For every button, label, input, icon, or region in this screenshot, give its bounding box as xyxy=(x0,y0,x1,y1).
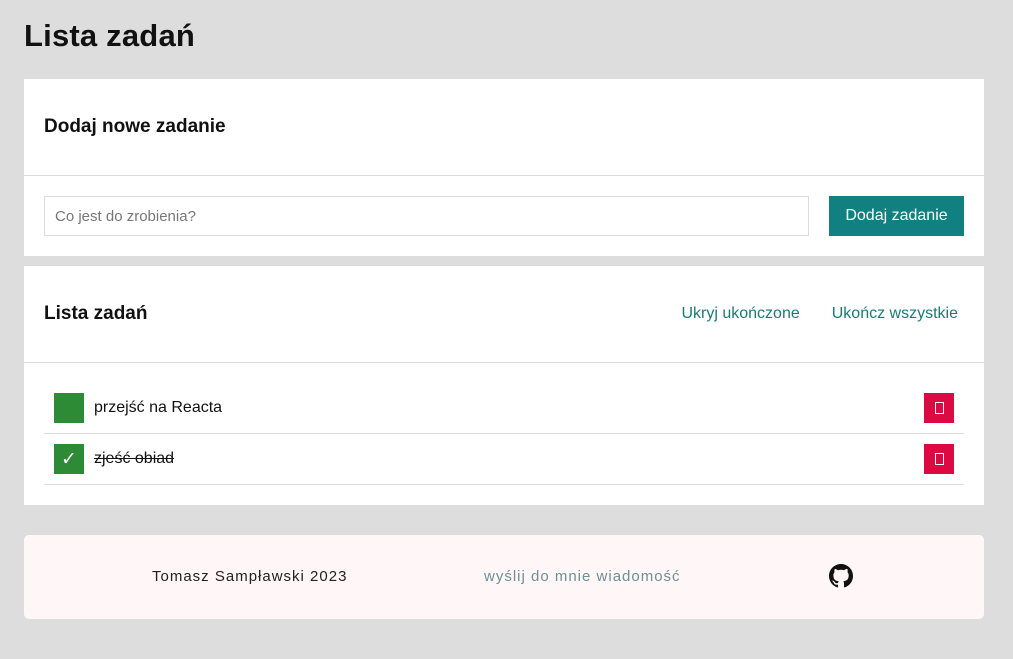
footer: Tomasz Sampławski 2023 wyślij do mnie wi… xyxy=(24,535,984,619)
page-title: Lista zadań xyxy=(24,18,196,53)
task-list-panel: Lista zadań Ukryj ukończone Ukończ wszys… xyxy=(24,266,984,505)
task-text: zjeść obiad xyxy=(94,450,175,467)
add-task-title: Dodaj nowe zadanie xyxy=(44,116,226,137)
add-task-header: Dodaj nowe zadanie xyxy=(24,79,984,176)
github-link[interactable] xyxy=(829,564,853,588)
add-task-panel: Dodaj nowe zadanie Dodaj zadanie xyxy=(24,79,984,256)
delete-task-button[interactable] xyxy=(924,444,954,474)
add-task-form: Dodaj zadanie xyxy=(44,196,964,236)
task-list-header: Lista zadań Ukryj ukończone Ukończ wszys… xyxy=(24,266,984,363)
hide-done-button[interactable]: Ukryj ukończone xyxy=(681,305,799,323)
task-item: ✓ zjeść obiad xyxy=(44,434,964,485)
task-list-actions: Ukryj ukończone Ukończ wszystkie xyxy=(681,305,964,323)
new-task-input[interactable] xyxy=(44,196,809,236)
complete-all-button[interactable]: Ukończ wszystkie xyxy=(832,305,958,323)
task-toggle-checkbox[interactable] xyxy=(54,393,84,423)
task-item: przejść na Reacta xyxy=(44,383,964,434)
task-list-title: Lista zadań xyxy=(44,303,148,324)
task-text: przejść na Reacta xyxy=(94,399,223,416)
contact-link[interactable]: wyślij do mnie wiadomość xyxy=(484,568,681,585)
task-list: przejść na Reacta ✓ zjeść obiad xyxy=(44,383,964,485)
github-icon xyxy=(829,564,853,588)
task-toggle-checkbox[interactable]: ✓ xyxy=(54,444,84,474)
add-task-button[interactable]: Dodaj zadanie xyxy=(829,196,964,236)
trash-icon xyxy=(934,453,944,465)
trash-icon xyxy=(934,402,944,414)
footer-author: Tomasz Sampławski 2023 xyxy=(152,568,348,585)
delete-task-button[interactable] xyxy=(924,393,954,423)
